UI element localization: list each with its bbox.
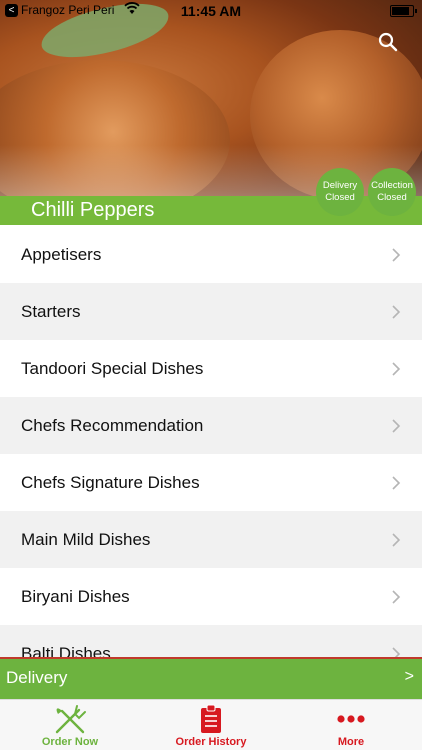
menu-category-row[interactable]: Balti Dishes	[0, 625, 422, 657]
menu-category-label: Starters	[21, 301, 81, 321]
chevron-right-icon	[392, 475, 401, 490]
chevron-right-icon	[392, 532, 401, 547]
tab-label: Order Now	[41, 736, 99, 748]
delivery-badge-line2: Closed	[325, 192, 355, 203]
collection-badge-line1: Collection	[371, 180, 413, 191]
chevron-right-icon: >	[404, 668, 414, 685]
menu-category-list: Appetisers Starters Tandoori Special Dis…	[0, 226, 422, 657]
tab-label: More	[337, 736, 365, 748]
chevron-right-icon	[392, 247, 401, 262]
fork-knife-icon	[55, 705, 86, 734]
menu-category-label: Tandoori Special Dishes	[21, 358, 204, 378]
bottom-tab-bar: Order Now Order History More	[0, 699, 422, 750]
clipboard-icon	[201, 704, 221, 733]
chevron-right-icon	[392, 304, 401, 319]
menu-category-label: Biryani Dishes	[21, 586, 130, 606]
menu-category-row[interactable]: Chefs Signature Dishes	[0, 454, 422, 511]
collection-badge-line2: Closed	[377, 192, 407, 203]
search-icon[interactable]	[378, 32, 398, 52]
tab-order-now[interactable]: Order Now	[0, 700, 140, 751]
clock: 11:45 AM	[180, 3, 242, 19]
chevron-right-icon	[392, 589, 401, 604]
menu-category-row[interactable]: Appetisers	[0, 226, 422, 283]
tab-order-history[interactable]: Order History	[141, 700, 281, 751]
chevron-right-icon	[392, 418, 401, 433]
menu-category-label: Chefs Signature Dishes	[21, 472, 200, 492]
menu-category-label: Chefs Recommendation	[21, 415, 204, 435]
delivery-badge-line1: Delivery	[322, 180, 358, 191]
chevron-right-icon	[392, 646, 401, 657]
status-bar: < Frangoz Peri Peri 11:45 AM	[0, 0, 422, 22]
tab-more[interactable]: More	[281, 700, 421, 751]
menu-category-row[interactable]: Chefs Recommendation	[0, 397, 422, 454]
more-dots-icon	[337, 715, 365, 723]
menu-category-row[interactable]: Starters	[0, 283, 422, 340]
menu-category-row[interactable]: Biryani Dishes	[0, 568, 422, 625]
delivery-mode-label: Delivery	[6, 668, 68, 687]
tab-label: Order History	[175, 736, 247, 748]
menu-category-row[interactable]: Tandoori Special Dishes	[0, 340, 422, 397]
chevron-right-icon	[392, 361, 401, 376]
menu-category-label: Appetisers	[21, 244, 102, 264]
battery-icon	[390, 5, 417, 17]
menu-category-row[interactable]: Main Mild Dishes	[0, 511, 422, 568]
menu-category-label: Balti Dishes	[21, 643, 111, 658]
delivery-mode-bar[interactable]: Delivery >	[0, 657, 422, 699]
collection-status-badge: Collection Closed	[368, 168, 416, 216]
delivery-status-badge: Delivery Closed	[316, 168, 364, 216]
restaurant-name: Chilli Peppers	[31, 199, 155, 221]
menu-category-label: Main Mild Dishes	[21, 529, 151, 549]
